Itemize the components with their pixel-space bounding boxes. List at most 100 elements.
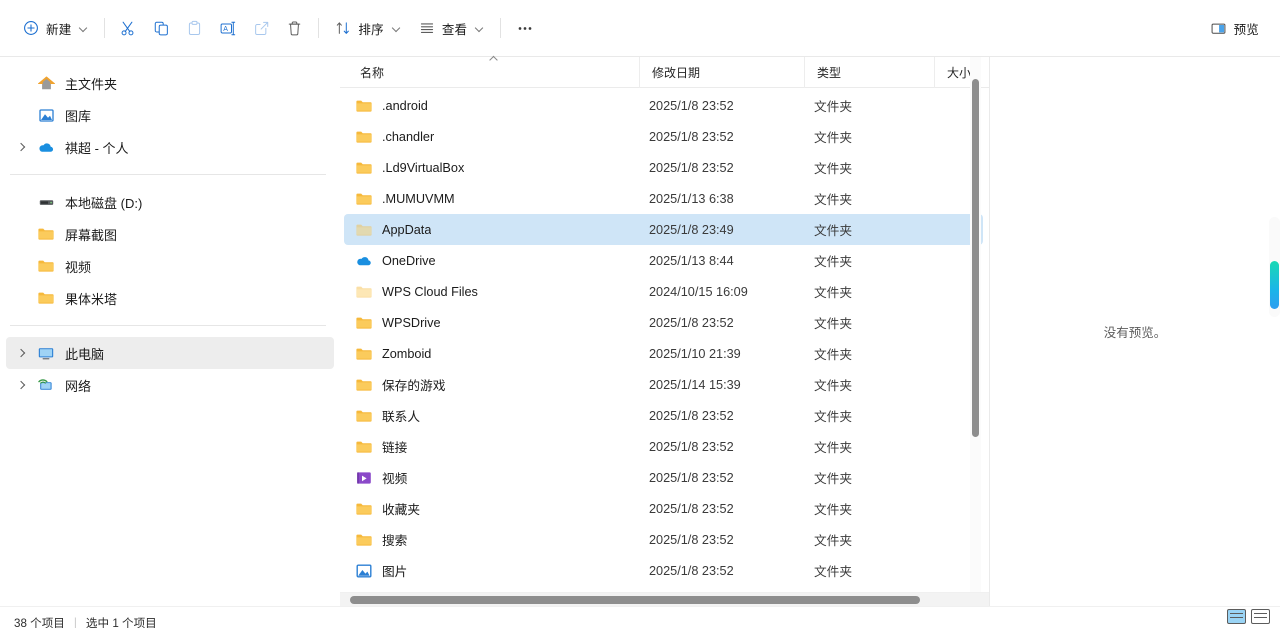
folder-icon [354,346,374,362]
sidebar-item-local-disk-d[interactable]: 本地磁盘 (D:) [6,186,334,218]
sidebar-item-label: 屏幕截图 [65,225,117,244]
table-row[interactable]: AppData2025/1/8 23:49文件夹 [344,214,983,245]
folder-icon [354,222,374,238]
column-header-date-label: 修改日期 [652,64,700,81]
ellipsis-icon [516,20,534,37]
sidebar-item-screenshots[interactable]: 屏幕截图 [6,218,334,250]
table-row[interactable]: 视频2025/1/8 23:52文件夹 [344,462,983,493]
cut-button[interactable] [112,12,145,44]
folder-icon [354,377,374,393]
rename-button[interactable]: A [211,12,245,44]
sidebar-item-network[interactable]: 网络 [6,369,334,401]
folder-icon [354,439,374,455]
toolbar-separator-1 [104,18,105,38]
table-row[interactable]: 搜索2025/1/8 23:52文件夹 [344,524,983,555]
file-name-cell: AppData [344,222,637,238]
date-modified-cell: 2025/1/8 23:52 [637,564,802,578]
file-list-vertical-scrollbar[interactable] [970,57,981,606]
explorer-body: 主文件夹 图库 [0,57,1280,606]
table-row[interactable]: 链接2025/1/8 23:52文件夹 [344,431,983,462]
type-cell: 文件夹 [802,344,932,363]
chevron-right-icon[interactable] [10,144,34,150]
type-cell: 文件夹 [802,282,932,301]
paste-button[interactable] [178,12,211,44]
nav-divider-1 [10,174,326,175]
share-icon [253,20,270,37]
window-edge-scrollbar[interactable] [1269,217,1280,317]
view-mode-toggles [1227,609,1270,624]
column-header-size[interactable]: 大小 [934,57,994,88]
table-row[interactable]: .MUMUVMM2025/1/13 6:38文件夹 [344,183,983,214]
column-header-type[interactable]: 类型 [804,57,934,88]
sidebar-item-label: 祺超 - 个人 [65,138,129,157]
sidebar-item-label: 果体米塔 [65,289,117,308]
file-name-cell: 链接 [344,437,637,456]
sidebar-item-guotimita[interactable]: 果体米塔 [6,282,334,314]
status-bar: 38 个项目 | 选中 1 个项目 [0,606,1280,628]
delete-button[interactable] [278,12,311,44]
table-row[interactable]: OneDrive2025/1/13 8:44文件夹 [344,245,983,276]
chevron-right-icon[interactable] [10,382,34,388]
view-button[interactable]: 查看 [410,12,493,44]
view-button-label: 查看 [442,19,467,38]
file-name-label: AppData [382,223,431,237]
preview-pane-button[interactable]: 预览 [1201,12,1268,44]
chevron-down-icon [475,24,484,33]
table-row[interactable]: 图片2025/1/8 23:52文件夹 [344,555,983,586]
file-list-horizontal-scrollbar[interactable] [340,592,989,606]
file-name-label: WPS Cloud Files [382,285,478,299]
home-icon [34,75,58,92]
sidebar-item-gallery[interactable]: 图库 [6,99,334,131]
preview-empty-message: 没有预览。 [1104,322,1167,341]
scrollbar-thumb-horizontal[interactable] [350,596,920,604]
folder-icon [354,191,374,207]
sidebar-item-videos[interactable]: 视频 [6,250,334,282]
see-more-button[interactable] [508,12,542,44]
sidebar-item-onedrive-personal[interactable]: 祺超 - 个人 [6,131,334,163]
table-row[interactable]: Zomboid2025/1/10 21:39文件夹 [344,338,983,369]
chevron-right-icon[interactable] [10,350,34,356]
status-separator: | [74,616,77,628]
item-count-label: 38 个项目 [14,615,65,628]
table-row[interactable]: .android2025/1/8 23:52文件夹 [344,90,983,121]
file-name-label: WPSDrive [382,316,441,330]
preview-pane: 没有预览。 [990,57,1280,606]
preview-pane-icon [1210,20,1227,37]
sidebar-item-label: 视频 [65,257,91,276]
scrollbar-thumb[interactable] [972,79,979,437]
navigation-pane: 主文件夹 图库 [0,57,340,606]
file-name-cell: OneDrive [344,253,637,269]
file-rows[interactable]: .android2025/1/8 23:52文件夹.chandler2025/1… [340,88,989,606]
window-edge-scrollbar-thumb[interactable] [1270,261,1279,309]
nav-group-system: 此电脑 网络 [0,337,340,401]
details-view-toggle[interactable] [1227,609,1246,624]
sidebar-item-this-pc[interactable]: 此电脑 [6,337,334,369]
copy-button[interactable] [145,12,178,44]
table-row[interactable]: 联系人2025/1/8 23:52文件夹 [344,400,983,431]
folder-icon [354,98,374,114]
table-row[interactable]: 保存的游戏2025/1/14 15:39文件夹 [344,369,983,400]
file-name-label: Zomboid [382,347,431,361]
sort-button[interactable]: 排序 [326,12,409,44]
file-name-cell: .chandler [344,129,637,145]
onedrive-icon [34,139,58,156]
sidebar-item-home[interactable]: 主文件夹 [6,67,334,99]
table-row[interactable]: .chandler2025/1/8 23:52文件夹 [344,121,983,152]
share-button[interactable] [245,12,278,44]
date-modified-cell: 2025/1/13 6:38 [637,192,802,206]
sidebar-item-label: 主文件夹 [65,74,117,93]
table-row[interactable]: .Ld9VirtualBox2025/1/8 23:52文件夹 [344,152,983,183]
table-row[interactable]: WPS Cloud Files 2024/10/15 16:09文件夹 [344,276,983,307]
column-header-name[interactable]: 名称 [348,57,639,88]
new-button[interactable]: 新建 [14,12,97,44]
table-row[interactable]: 收藏夹2025/1/8 23:52文件夹 [344,493,983,524]
date-modified-cell: 2024/10/15 16:09 [637,285,802,299]
date-modified-cell: 2025/1/8 23:52 [637,316,802,330]
file-name-cell: .MUMUVMM [344,191,637,207]
selection-count-label: 选中 1 个项目 [86,615,157,628]
large-icons-view-toggle[interactable] [1251,609,1270,624]
column-header-date-modified[interactable]: 修改日期 [639,57,804,88]
svg-text:A: A [224,25,229,32]
table-row[interactable]: WPSDrive2025/1/8 23:52文件夹 [344,307,983,338]
file-name-label: .Ld9VirtualBox [382,161,464,175]
